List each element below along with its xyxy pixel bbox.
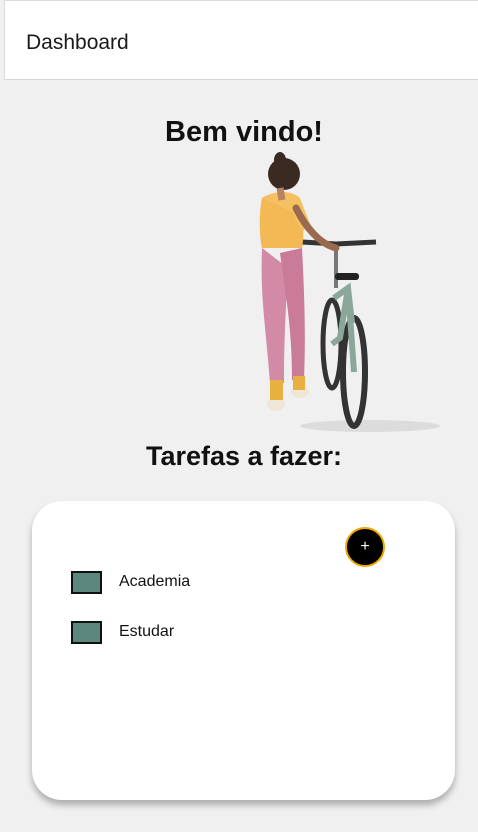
task-label: Estudar xyxy=(119,623,175,640)
header-title: Dashboard xyxy=(26,31,129,54)
add-task-button[interactable]: + xyxy=(345,527,385,567)
tasks-card: + Academia Estudar xyxy=(32,501,455,800)
task-label: Academia xyxy=(119,573,191,590)
task-color-box[interactable] xyxy=(71,571,102,594)
tasks-heading: Tarefas a fazer: xyxy=(145,441,343,471)
woman-with-bicycle-illustration xyxy=(259,152,440,432)
task-color-box[interactable] xyxy=(71,621,102,644)
header-bar: Dashboard xyxy=(4,0,478,80)
welcome-heading: Bem vindo! xyxy=(165,116,323,148)
